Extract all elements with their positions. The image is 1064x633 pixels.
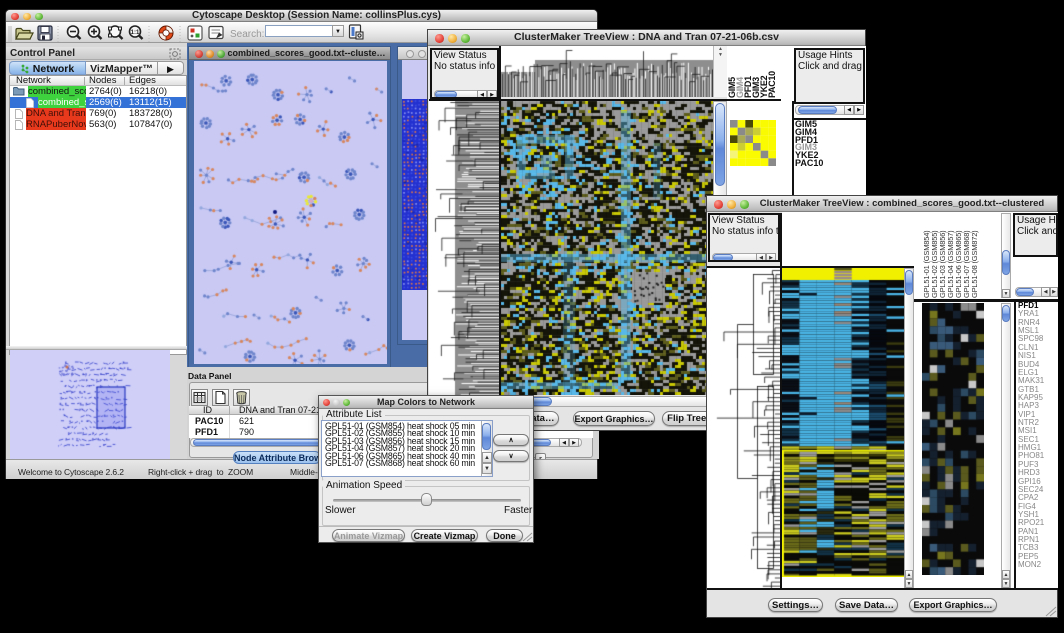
svg-text:1:1: 1:1: [131, 30, 140, 36]
svg-text:Search:: Search:: [230, 29, 264, 40]
